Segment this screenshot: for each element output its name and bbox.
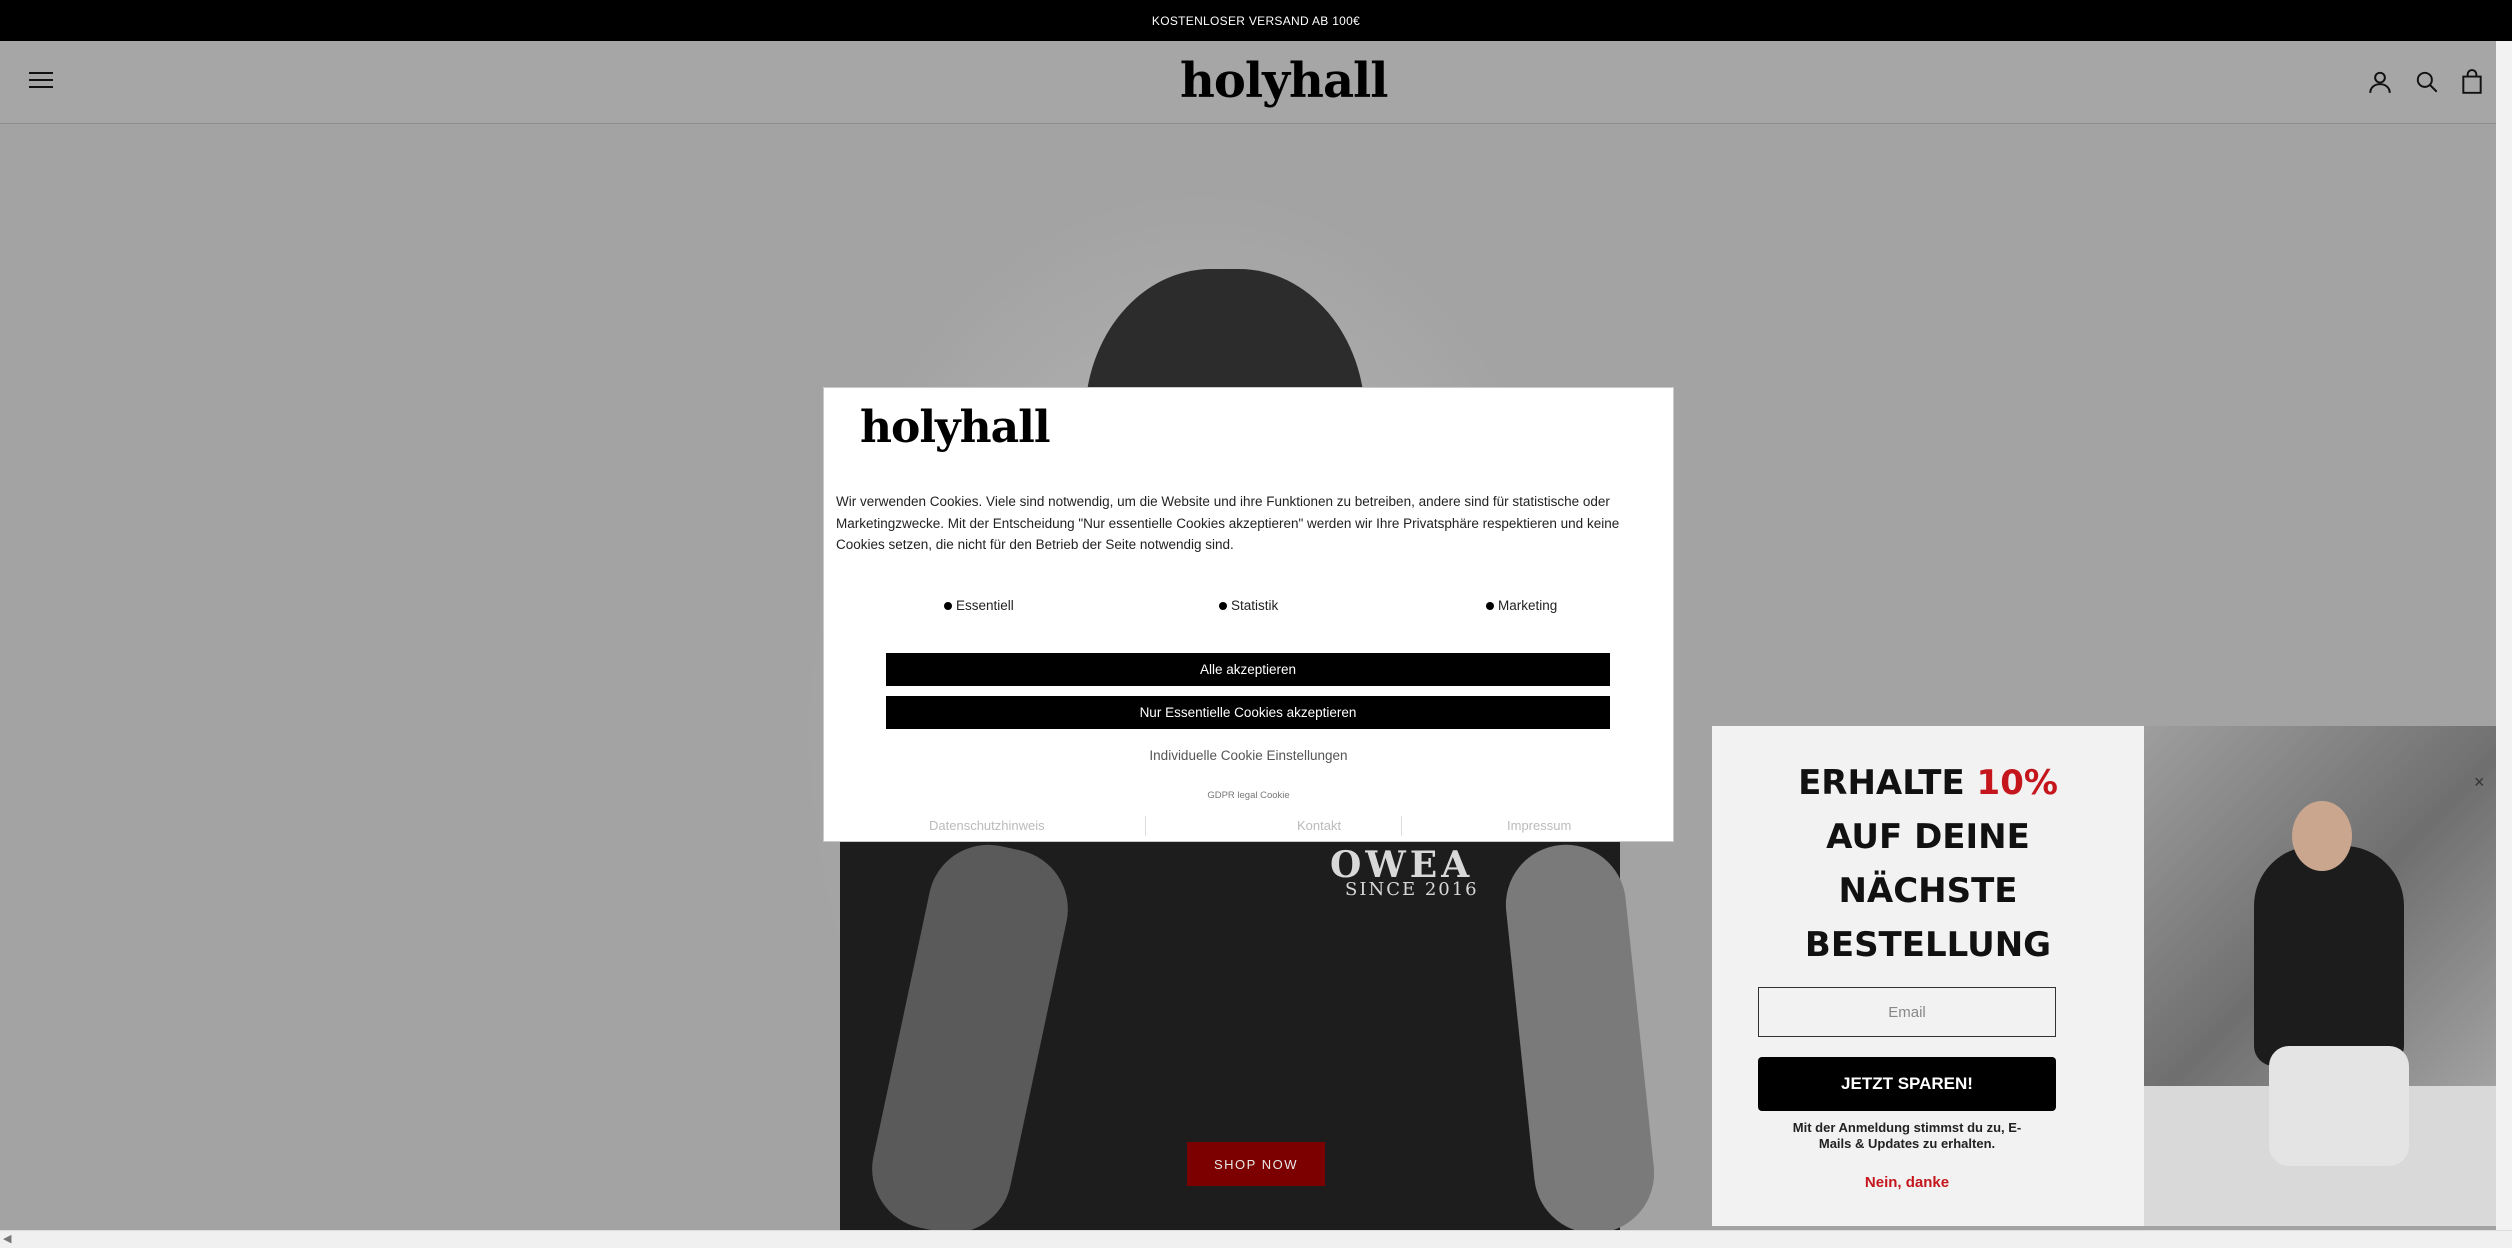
- site-header: holyhall: [0, 41, 2512, 124]
- cookie-description: Wir verwenden Cookies. Viele sind notwen…: [836, 494, 1620, 552]
- announcement-bar: KOSTENLOSER VERSAND AB 100€: [0, 0, 2512, 41]
- cookie-categories: Essentiell Statistik Marketing: [824, 598, 1673, 618]
- close-icon[interactable]: ×: [2474, 772, 2485, 793]
- category-essentiell[interactable]: Essentiell: [944, 598, 1014, 613]
- search-icon[interactable]: [2414, 69, 2440, 95]
- individual-settings-link[interactable]: Individuelle Cookie Einstellungen: [824, 748, 1673, 763]
- horizontal-scrollbar[interactable]: ◀: [0, 1230, 2512, 1248]
- announcement-text: KOSTENLOSER VERSAND AB 100€: [1151, 13, 1361, 28]
- imprint-link[interactable]: Impressum: [1507, 818, 1571, 833]
- radio-dot-icon: [1486, 601, 1494, 610]
- radio-dot-icon: [944, 601, 952, 610]
- shop-now-button[interactable]: SHOP NOW: [1187, 1142, 1325, 1186]
- scroll-left-icon[interactable]: ◀: [3, 1232, 11, 1245]
- subscribe-button[interactable]: JETZT SPAREN!: [1758, 1057, 2056, 1111]
- privacy-link[interactable]: Datenschutzhinweis: [929, 818, 1045, 833]
- modal-logo: holyhall: [860, 402, 1051, 453]
- gdpr-label: GDPR legal Cookie: [1207, 790, 1290, 801]
- contact-link[interactable]: Kontakt: [1297, 818, 1341, 833]
- accept-all-button[interactable]: Alle akzeptieren: [886, 653, 1610, 686]
- category-statistik[interactable]: Statistik: [1219, 598, 1278, 613]
- radio-dot-icon: [1219, 601, 1227, 610]
- divider: [1401, 816, 1402, 836]
- email-input[interactable]: Email: [1758, 987, 2056, 1037]
- consent-text: Mit der Anmeldung stimmst du zu, E-Mails…: [1792, 1120, 2022, 1151]
- category-marketing[interactable]: Marketing: [1486, 598, 1557, 613]
- newsletter-popup: × ERHALTE 10% AUF DEINE NÄCHSTE BESTELLU…: [1712, 726, 2496, 1226]
- cart-icon[interactable]: [2459, 69, 2485, 95]
- promo-discount: 10%: [1976, 763, 2058, 803]
- promo-title: ERHALTE 10% AUF DEINE NÄCHSTE BESTELLUNG: [1798, 763, 2058, 965]
- site-logo[interactable]: holyhall: [1180, 53, 1389, 109]
- vertical-scrollbar[interactable]: [2496, 41, 2512, 1230]
- cookie-consent-modal: holyhall Wir verwenden Cookies. Viele si…: [823, 387, 1674, 842]
- shirt-print-sub: SINCE 2016: [1345, 879, 1479, 900]
- divider: [1145, 816, 1146, 836]
- accept-essential-button[interactable]: Nur Essentielle Cookies akzeptieren: [886, 696, 1610, 729]
- account-icon[interactable]: [2367, 69, 2393, 95]
- modal-footer-links: Datenschutzhinweis Kontakt Impressum: [824, 818, 1673, 838]
- promo-image: [2144, 726, 2496, 1226]
- menu-icon[interactable]: [29, 72, 53, 90]
- decline-link[interactable]: Nein, danke: [1758, 1174, 2056, 1191]
